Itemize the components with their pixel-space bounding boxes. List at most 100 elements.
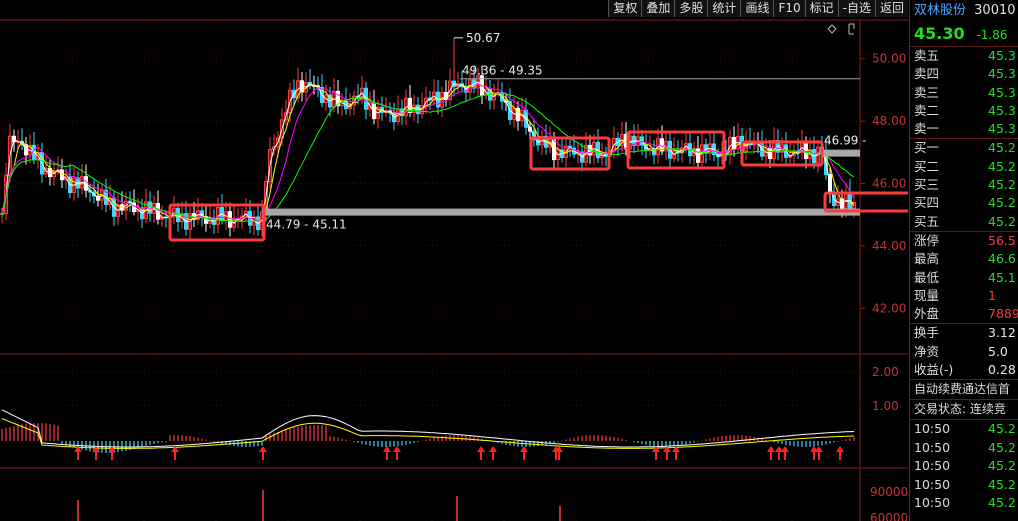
quote-panel: 双林股份 30010 45.30 -1.86 - 卖五 45.3 卖四 45.3 卖三 4…: [909, 0, 1018, 521]
fin-row-1: 净资 5.0: [910, 343, 1018, 361]
buy-signal-arrow-icon: [775, 446, 783, 460]
toolbar-button-5[interactable]: F10: [773, 0, 805, 17]
stat-label: 最高: [914, 251, 940, 267]
range-top-label: 49.36 - 49.35: [462, 64, 543, 78]
buy-signal-arrow-icon: [259, 446, 267, 460]
toolbar-button-3[interactable]: 统计: [707, 0, 741, 17]
tick-price: 45.2: [988, 494, 1016, 510]
bid-label: 买三: [914, 177, 940, 193]
buy-signal-arrow-icon: [74, 446, 82, 460]
ask-value: 45.3: [988, 66, 1016, 82]
fin-list: 换手 3.12 净资 5.0 收益(-) 0.28: [910, 324, 1018, 379]
right-level-label: 46.99 -: [824, 134, 867, 148]
ask-row-0: 卖五 45.3: [910, 47, 1018, 65]
tick-time: 10:50: [914, 421, 951, 437]
tick-row-4: 10:50 45.2: [910, 494, 1018, 512]
support-band: [262, 208, 860, 216]
ask-row-4: 卖一 45.3: [910, 120, 1018, 138]
stat-label: 最低: [914, 269, 940, 285]
buy-signal-arrow-icon: [810, 446, 818, 460]
bid-label: 买五: [914, 213, 940, 229]
stock-name: 双林股份: [914, 3, 967, 18]
fin-label: 净资: [914, 343, 940, 359]
tick-row-2: 10:50 45.2: [910, 457, 1018, 475]
stat-label: 现量: [914, 287, 940, 303]
kline-chart[interactable]: 50.00 48.00 46.00 44.00 42.00 2.00 1.00 90000 60…: [0, 0, 908, 521]
stock-title[interactable]: 双林股份 30010: [910, 0, 1018, 22]
stock-code: 30010: [974, 3, 1016, 18]
toolbar-button-6[interactable]: 标记: [804, 0, 838, 17]
macd-axis-label: 2.00: [872, 365, 899, 379]
toolbar-button-8[interactable]: 返回: [874, 0, 908, 17]
stat-row-0: 涨停 56.5: [910, 232, 1018, 250]
stat-row-2: 最低 45.1: [910, 269, 1018, 287]
stat-value: 56.5: [988, 232, 1016, 248]
toolbar-button-1[interactable]: 叠加: [641, 0, 675, 17]
toolbar-button-7[interactable]: -自选: [837, 0, 875, 17]
bid-value: 45.2: [988, 140, 1016, 156]
tick-time: 10:50: [914, 476, 951, 492]
auto-renew-notice[interactable]: 自动续费通达信首: [910, 380, 1018, 399]
fin-value: 0.28: [988, 362, 1016, 378]
current-price: 45.30: [914, 24, 965, 43]
buy-signal-arrow-icon: [672, 446, 680, 460]
chart-toolbar: 复权 叠加 多股 统计 画线 F10 标记 -自选 返回: [608, 0, 908, 18]
stat-row-4: 外盘 7889: [910, 305, 1018, 323]
bid-label: 买四: [914, 195, 940, 211]
toolbar-button-4[interactable]: 画线: [740, 0, 774, 17]
bid-row-1: 买二 45.2: [910, 158, 1018, 176]
stat-row-1: 最高 46.6: [910, 250, 1018, 268]
ask-value: 45.3: [988, 84, 1016, 100]
fin-label: 换手: [914, 325, 940, 341]
volume-axis-label: 60000: [870, 511, 908, 521]
fin-row-2: 收益(-) 0.28: [910, 361, 1018, 379]
kline-chart-area[interactable]: 50.00 48.00 46.00 44.00 42.00 2.00 1.00 90000 60…: [0, 0, 908, 521]
bid-list: 买一 45.2 买二 45.2 买三 45.2 买四 45.2 买五 45.2: [910, 139, 1018, 230]
ask-label: 卖一: [914, 121, 940, 137]
stat-row-3: 现量 1: [910, 287, 1018, 305]
expand-icon: [848, 23, 855, 35]
current-price-row: 45.30 -1.86 -: [910, 22, 1018, 47]
bid-row-3: 买四 45.2: [910, 194, 1018, 212]
bid-row-4: 买五 45.2: [910, 213, 1018, 231]
price-axis-label: 50.00: [872, 52, 906, 66]
ask-value: 45.3: [988, 102, 1016, 118]
bid-row-0: 买一 45.2: [910, 139, 1018, 157]
ask-label: 卖五: [914, 48, 940, 63]
stat-label: 涨停: [914, 232, 940, 248]
buy-signal-arrow-icon: [171, 446, 179, 460]
tick-time: 10:50: [914, 494, 951, 510]
bid-value: 45.2: [988, 213, 1016, 229]
ask-row-3: 卖二 45.3: [910, 102, 1018, 120]
price-axis-label: 44.00: [872, 239, 906, 253]
tick-time: 10:50: [914, 439, 951, 455]
stat-value: 46.6: [988, 251, 1016, 267]
high-label: 50.67: [466, 31, 500, 45]
price-axis-label: 46.00: [872, 177, 906, 191]
buy-signal-arrow-icon: [815, 446, 823, 460]
stat-value: 45.1: [988, 269, 1016, 285]
ask-row-1: 卖四 45.3: [910, 65, 1018, 83]
macd-axis-label: 1.00: [872, 399, 899, 413]
buy-signal-arrow-icon: [836, 446, 844, 460]
price-axis-label: 48.00: [872, 114, 906, 128]
fin-row-0: 换手 3.12: [910, 324, 1018, 342]
stat-value: 1: [988, 287, 996, 303]
tick-row-1: 10:50 45.2: [910, 439, 1018, 457]
trade-status: 交易状态: 连续竞: [914, 402, 1006, 417]
toolbar-button-0[interactable]: 复权: [608, 0, 642, 17]
stats-list: 涨停 56.5 最高 46.6 最低 45.1 现量 1 外盘 7889: [910, 232, 1018, 323]
buy-signal-arrow-icon: [781, 446, 789, 460]
stat-value: 7889: [988, 306, 1018, 322]
buy-signal-arrow-icon: [767, 446, 775, 460]
bid-value: 45.2: [988, 158, 1016, 174]
toolbar-button-2[interactable]: 多股: [674, 0, 708, 17]
buy-signal-arrow-icon: [393, 446, 401, 460]
buy-signal-arrow-icon: [489, 446, 497, 460]
ask-label: 卖三: [914, 84, 940, 100]
buy-signal-arrow-icon: [477, 446, 485, 460]
stat-label: 外盘: [914, 306, 940, 322]
tick-row-0: 10:50 45.2: [910, 420, 1018, 438]
tick-list: 10:50 45.2 10:50 45.2 10:50 45.2 10:50 45.2 10:5…: [910, 420, 1018, 512]
bid-value: 45.2: [988, 177, 1016, 193]
